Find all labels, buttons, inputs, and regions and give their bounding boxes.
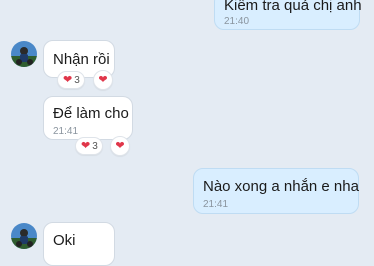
message-bubble-outgoing[interactable]: Kiểm tra quả chị anh 21:40: [214, 0, 362, 30]
reaction-count: 3: [74, 74, 80, 86]
message-text: Nào xong a nhắn e nha: [203, 178, 359, 195]
message-text: Nhận rồi: [53, 51, 110, 68]
heart-icon: ❤: [81, 139, 91, 152]
message-bubble-outgoing[interactable]: Nào xong a nhắn e nha 21:41: [193, 168, 359, 214]
reaction-summary[interactable]: ❤ 3: [57, 71, 85, 89]
message-time: 21:40: [224, 16, 250, 27]
heart-icon: ❤: [98, 73, 108, 86]
avatar[interactable]: [11, 41, 37, 67]
message-time: 21:41: [203, 199, 229, 210]
message-bubble-incoming[interactable]: Oki: [43, 222, 115, 266]
react-heart-button[interactable]: ❤: [93, 70, 113, 90]
avatar[interactable]: [11, 223, 37, 249]
message-bubble-incoming[interactable]: Để làm cho 21:41: [43, 96, 133, 140]
react-heart-button[interactable]: ❤: [110, 136, 130, 156]
heart-icon: ❤: [115, 139, 125, 152]
heart-icon: ❤: [63, 73, 73, 86]
message-text: Oki: [53, 232, 76, 249]
message-text: Kiểm tra quả chị anh: [224, 0, 362, 14]
reaction-count: 3: [92, 140, 98, 152]
reaction-summary[interactable]: ❤ 3: [75, 137, 103, 155]
message-text: Để làm cho: [53, 105, 129, 122]
